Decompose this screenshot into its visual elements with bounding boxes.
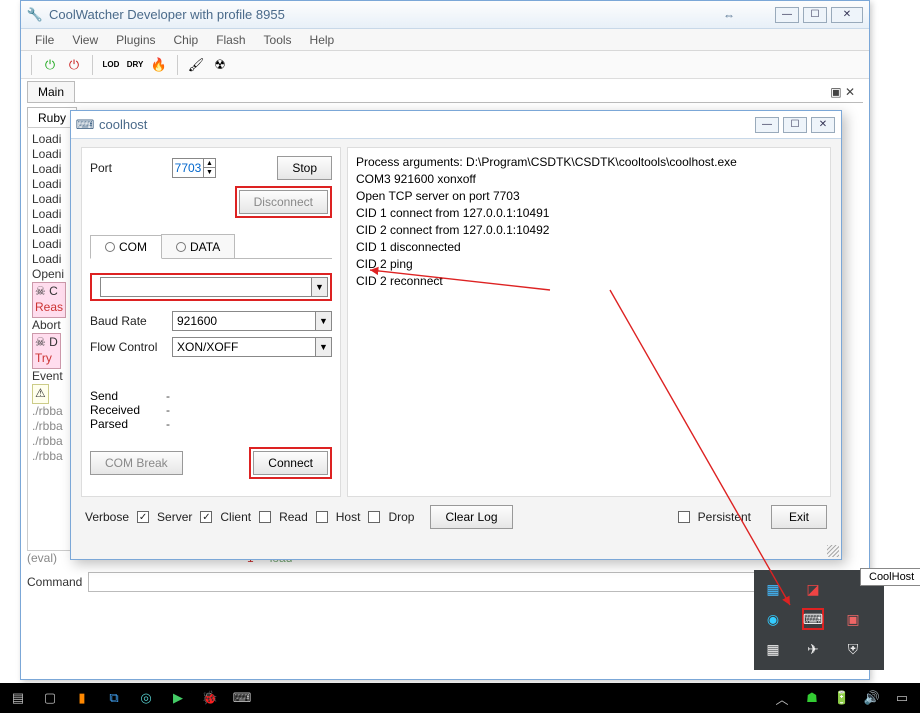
- flow-label: Flow Control: [90, 340, 166, 354]
- host-checkbox[interactable]: [316, 511, 328, 523]
- menu-help[interactable]: Help: [302, 31, 343, 49]
- app-icon[interactable]: ⌨: [232, 688, 252, 708]
- port-label: Port: [90, 161, 166, 175]
- eval-label: (eval): [27, 551, 57, 565]
- lod-icon[interactable]: LOD: [101, 55, 121, 75]
- tray-app-icon[interactable]: ◉: [762, 608, 784, 630]
- volume-icon[interactable]: 🔊: [862, 688, 882, 708]
- server-checkbox[interactable]: [137, 511, 149, 523]
- clear-log-button[interactable]: Clear Log: [430, 505, 512, 529]
- radio-icon: [105, 242, 115, 252]
- start-icon[interactable]: ▤: [8, 688, 28, 708]
- notifications-icon[interactable]: ▭: [892, 688, 912, 708]
- power-off-icon[interactable]: ⏻: [64, 55, 84, 75]
- main-titlebar: 🔧 CoolWatcher Developer with profile 895…: [21, 1, 869, 29]
- browser-icon[interactable]: ◎: [136, 688, 156, 708]
- settings-panel: Port ▲▼ Stop Disconnect COM DATA: [81, 147, 341, 497]
- vscode-icon[interactable]: ⧉: [104, 688, 124, 708]
- tab-com[interactable]: COM: [90, 235, 162, 259]
- tab-main[interactable]: Main: [27, 81, 75, 102]
- stop-button[interactable]: Stop: [277, 156, 332, 180]
- tray-app-icon[interactable]: ◪: [802, 578, 824, 600]
- dlg-close-button[interactable]: ✕: [811, 117, 835, 133]
- radiation-icon[interactable]: ☢: [210, 55, 230, 75]
- chevron-down-icon[interactable]: ▼: [311, 278, 327, 296]
- tab-data[interactable]: DATA: [161, 234, 235, 258]
- read-checkbox[interactable]: [259, 511, 271, 523]
- chevron-down-icon[interactable]: ▼: [315, 338, 331, 356]
- exit-button[interactable]: Exit: [771, 505, 827, 529]
- warn-badge: ⚠: [32, 384, 49, 404]
- dlg-maximize-button[interactable]: ☐: [783, 117, 807, 133]
- tray-grid-icon[interactable]: ▦: [762, 638, 784, 660]
- baud-select[interactable]: 921600▼: [172, 311, 332, 331]
- error-badge: ☠ CReas: [32, 282, 66, 318]
- battery-icon[interactable]: 🔋: [832, 688, 852, 708]
- taskbar: ▤ ▢ ▮ ⧉ ◎ ▶ 🐞 ⌨ ︿ ☗ 🔋 🔊 ▭: [0, 683, 920, 713]
- parsed-label: Parsed: [90, 417, 166, 431]
- app-icon[interactable]: ▮: [72, 688, 92, 708]
- system-tray: CoolHost ▦ ◪ ◉ ⌨ ▣ ▦ ✈ ⛨: [754, 570, 884, 670]
- send-label: Send: [90, 389, 166, 403]
- radio-icon: [176, 242, 186, 252]
- menubar: File View Plugins Chip Flash Tools Help: [21, 29, 869, 51]
- command-label: Command: [27, 575, 82, 589]
- menu-view[interactable]: View: [64, 31, 106, 49]
- menu-chip[interactable]: Chip: [166, 31, 207, 49]
- log-output[interactable]: Process arguments: D:\Program\CSDTK\CSDT…: [347, 147, 831, 497]
- main-title: CoolWatcher Developer with profile 8955: [49, 7, 723, 22]
- restore-glyph: ⇔: [723, 8, 735, 22]
- flame-icon[interactable]: 🔥: [149, 55, 169, 75]
- dry-icon[interactable]: DRY: [125, 55, 145, 75]
- tray-send-icon[interactable]: ✈: [802, 638, 824, 660]
- menu-file[interactable]: File: [27, 31, 62, 49]
- minimize-button[interactable]: —: [775, 7, 799, 23]
- app-icon[interactable]: 🐞: [200, 688, 220, 708]
- client-checkbox[interactable]: [200, 511, 212, 523]
- tray-coolhost-icon[interactable]: ⌨: [802, 608, 824, 630]
- close-button[interactable]: ✕: [831, 7, 863, 23]
- chevron-down-icon[interactable]: ▼: [315, 312, 331, 330]
- tray-tooltip: CoolHost: [860, 568, 920, 586]
- tray-app-icon[interactable]: ▣: [842, 608, 864, 630]
- baud-label: Baud Rate: [90, 314, 166, 328]
- tray-shield-icon[interactable]: ⛨: [842, 638, 864, 660]
- com-port-select[interactable]: ▼: [100, 277, 328, 297]
- dlg-minimize-button[interactable]: —: [755, 117, 779, 133]
- com-break-button[interactable]: COM Break: [90, 451, 183, 475]
- verbose-label: Verbose: [85, 510, 129, 524]
- dialog-title: coolhost: [99, 117, 755, 132]
- disconnect-button[interactable]: Disconnect: [239, 190, 328, 214]
- power-on-icon[interactable]: ⏻: [40, 55, 60, 75]
- port-spinner[interactable]: ▲▼: [172, 158, 216, 178]
- brush-icon[interactable]: 🖌: [186, 55, 206, 75]
- app-icon: 🔧: [27, 7, 43, 23]
- toolbar: ⏻ ⏻ LOD DRY 🔥 🖌 ☢: [21, 51, 869, 79]
- chevron-up-icon[interactable]: ︿: [772, 688, 792, 708]
- flow-select[interactable]: XON/XOFF▼: [172, 337, 332, 357]
- bottom-bar: Verbose Server Client Read Host Drop Cle…: [81, 497, 831, 529]
- command-input[interactable]: [88, 572, 863, 592]
- wechat-icon[interactable]: ☗: [802, 688, 822, 708]
- persistent-checkbox[interactable]: [678, 511, 690, 523]
- maximize-button[interactable]: ☐: [803, 7, 827, 23]
- error-badge-2: ☠ DTry: [32, 333, 61, 369]
- port-input[interactable]: [173, 159, 203, 177]
- spin-down-icon[interactable]: ▼: [203, 168, 215, 177]
- coolhost-dialog: ⌨ coolhost — ☐ ✕ Port ▲▼ Stop Disco: [70, 110, 842, 560]
- tray-app-icon[interactable]: ▦: [762, 578, 784, 600]
- received-label: Received: [90, 403, 166, 417]
- drop-checkbox[interactable]: [368, 511, 380, 523]
- terminal-icon[interactable]: ▶: [168, 688, 188, 708]
- spin-up-icon[interactable]: ▲: [203, 159, 215, 168]
- coolhost-icon: ⌨: [77, 117, 93, 133]
- connect-button[interactable]: Connect: [253, 451, 328, 475]
- menu-plugins[interactable]: Plugins: [108, 31, 163, 49]
- resize-grip-icon[interactable]: [827, 545, 839, 557]
- menu-tools[interactable]: Tools: [256, 31, 300, 49]
- tab-close-icon[interactable]: ▣ ✕: [822, 85, 863, 99]
- taskview-icon[interactable]: ▢: [40, 688, 60, 708]
- menu-flash[interactable]: Flash: [208, 31, 253, 49]
